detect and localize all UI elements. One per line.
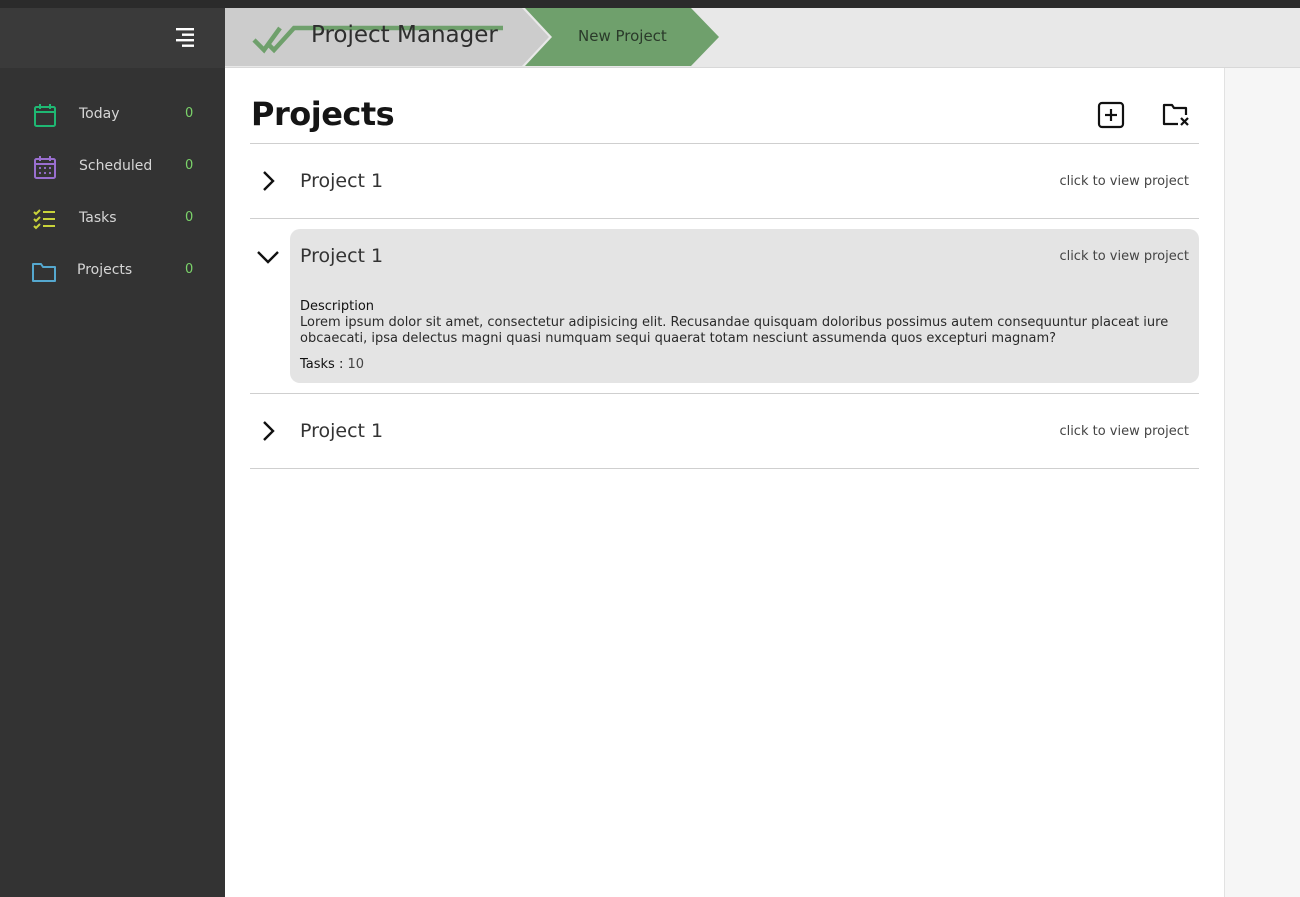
menu-toggle-icon[interactable]: [172, 26, 198, 50]
top-header: Project Manager New Project: [225, 8, 1300, 68]
checklist-icon: [31, 206, 57, 232]
calendar-icon: [31, 102, 57, 128]
sidebar-item-projects[interactable]: Projects 0: [0, 250, 225, 290]
project-card-expanded[interactable]: Project 1 click to view project Descript…: [290, 229, 1199, 383]
project-row[interactable]: Project 1 click to view project: [250, 144, 1199, 218]
project-name: Project 1: [300, 245, 384, 267]
view-project-link[interactable]: click to view project: [1059, 249, 1189, 264]
page-title: Projects: [251, 95, 395, 133]
project-name: Project 1: [300, 170, 384, 192]
view-project-link[interactable]: click to view project: [1059, 174, 1189, 189]
divider: [250, 218, 1199, 219]
folder-icon: [31, 258, 57, 284]
app-title: Project Manager: [311, 22, 498, 48]
description-text: Lorem ipsum dolor sit amet, consectetur …: [300, 315, 1169, 346]
description-label: Description: [300, 299, 375, 314]
sidebar-item-label: Scheduled: [79, 158, 153, 174]
new-project-label: New Project: [578, 27, 667, 45]
chevron-right-icon[interactable]: [256, 169, 280, 193]
sidebar-item-scheduled[interactable]: Scheduled 0: [0, 146, 225, 186]
calendar-grid-icon: [31, 154, 57, 180]
sidebar-item-label: Projects: [77, 262, 133, 278]
sidebar-item-count: 0: [185, 210, 194, 225]
window-top-strip: [0, 0, 1300, 8]
delete-project-button[interactable]: [1162, 102, 1192, 132]
sidebar-item-label: Today: [79, 106, 120, 122]
folder-remove-icon: [1162, 103, 1192, 132]
sidebar-item-count: 0: [185, 106, 194, 121]
sidebar-item-label: Tasks: [79, 210, 117, 226]
sidebar: Today 0 Scheduled 0 Tasks 0 Projects 0: [0, 8, 225, 897]
new-project-button[interactable]: New Project: [525, 8, 725, 66]
brand-tab[interactable]: Project Manager: [225, 8, 549, 66]
add-project-button[interactable]: [1097, 101, 1125, 133]
divider: [250, 468, 1199, 469]
sidebar-item-tasks[interactable]: Tasks 0: [0, 198, 225, 238]
view-project-link[interactable]: click to view project: [1059, 424, 1189, 439]
tasks-summary: Tasks : 10: [300, 357, 364, 372]
sidebar-item-count: 0: [185, 262, 194, 277]
right-panel: [1224, 68, 1300, 897]
tasks-count: 10: [347, 357, 365, 372]
add-square-icon: [1097, 101, 1125, 133]
project-name: Project 1: [300, 420, 384, 442]
sidebar-item-today[interactable]: Today 0: [0, 94, 225, 134]
sidebar-item-count: 0: [185, 158, 194, 173]
tasks-label: Tasks :: [300, 357, 344, 372]
project-row[interactable]: Project 1 click to view project: [250, 394, 1199, 468]
chevron-right-icon[interactable]: [256, 419, 280, 443]
sidebar-header: [0, 8, 225, 68]
chevron-down-icon[interactable]: [256, 245, 280, 269]
